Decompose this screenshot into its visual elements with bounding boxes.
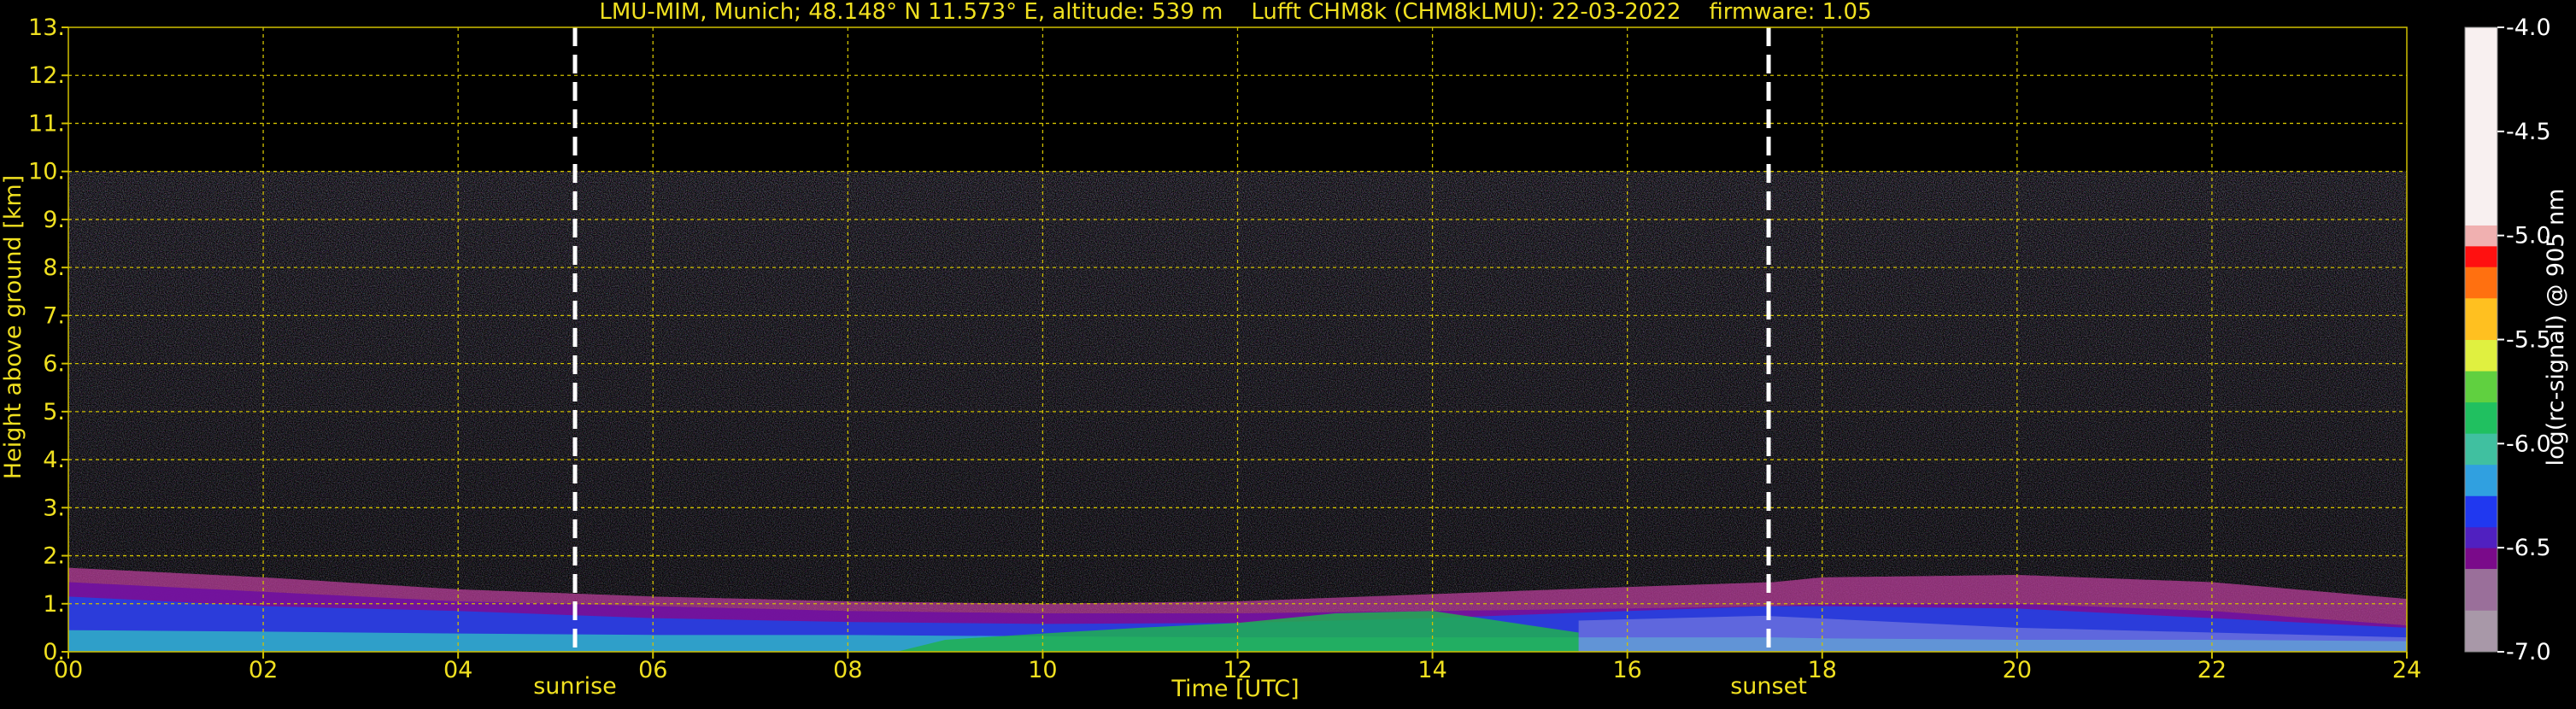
y-tick-label: 8. <box>43 255 65 281</box>
y-tick-label: 2. <box>43 543 65 570</box>
colorbar-segment <box>2465 339 2497 372</box>
x-tick-label: 06 <box>638 657 667 683</box>
y-tick-label: 5. <box>43 399 65 425</box>
y-tick-label: 3. <box>43 495 65 521</box>
colorbar-segment <box>2465 225 2497 247</box>
colorbar-segment <box>2465 568 2497 611</box>
colorbar-segment <box>2465 245 2497 267</box>
x-axis-label: Time [UTC] <box>1171 676 1299 702</box>
x-tick-label: 08 <box>833 657 862 683</box>
colorbar-tick-label: -6.5 <box>2506 535 2551 561</box>
x-tick-label: 04 <box>443 657 472 683</box>
x-tick-label: 10 <box>1028 657 1057 683</box>
sunrise-label: sunrise <box>533 673 617 700</box>
colorbar: -4.0-4.5-5.0-5.5-6.0-6.5-7.0 <box>2464 15 2551 665</box>
x-tick-label: 18 <box>1808 657 1837 683</box>
y-tick-label: 12. <box>28 62 65 89</box>
sunset-label: sunset <box>1730 673 1807 700</box>
x-tick-label: 02 <box>249 657 278 683</box>
y-tick-label: 13. <box>28 15 65 41</box>
x-tick-label: 14 <box>1417 657 1446 683</box>
chart-title: LMU-MIM, Munich; 48.148° N 11.573° E, al… <box>599 0 1871 25</box>
y-tick-label: 4. <box>43 447 65 473</box>
colorbar-segment <box>2465 371 2497 403</box>
y-tick-label: 1. <box>43 591 65 618</box>
y-tick-label: 11. <box>28 110 65 137</box>
colorbar-tick-label: -7.0 <box>2506 639 2551 665</box>
x-tick-label: 20 <box>2003 657 2032 683</box>
colorbar-segment <box>2465 297 2497 340</box>
x-tick-label: 22 <box>2198 657 2227 683</box>
colorbar-segment <box>2465 27 2497 226</box>
colorbar-tick-label: -4.0 <box>2506 15 2551 41</box>
y-tick-label: 7. <box>43 302 65 329</box>
colorbar-tick-label: -4.5 <box>2506 119 2551 145</box>
y-tick-label: 6. <box>43 351 65 378</box>
colorbar-segment <box>2465 401 2497 434</box>
y-tick-label: 10. <box>28 159 65 185</box>
colorbar-segment <box>2465 610 2497 653</box>
colorbar-segment <box>2465 548 2497 570</box>
x-tick-label: 16 <box>1612 657 1641 683</box>
y-axis-label: Height above ground [km] <box>0 175 26 479</box>
colorbar-segment <box>2465 526 2497 548</box>
ceilometer-chart: sunrise sunset 0. 1. 2. 3. 4. 5. 6. 7. 8. 9. 10. 11.… <box>0 0 2576 706</box>
x-tick-label: 00 <box>54 657 83 683</box>
colorbar-segment <box>2465 433 2497 466</box>
colorbar-segment <box>2465 495 2497 528</box>
x-tick-label: 24 <box>2392 657 2421 683</box>
colorbar-segment <box>2465 464 2497 496</box>
colorbar-label: log(rc-signal) @ 905 nm <box>2543 189 2569 466</box>
y-tick-label: 9. <box>43 207 65 233</box>
colorbar-segment <box>2465 267 2497 299</box>
chart-svg: sunrise sunset 0.1.2.3.4.5.6.7.8.9.10.11.… <box>0 0 2569 702</box>
